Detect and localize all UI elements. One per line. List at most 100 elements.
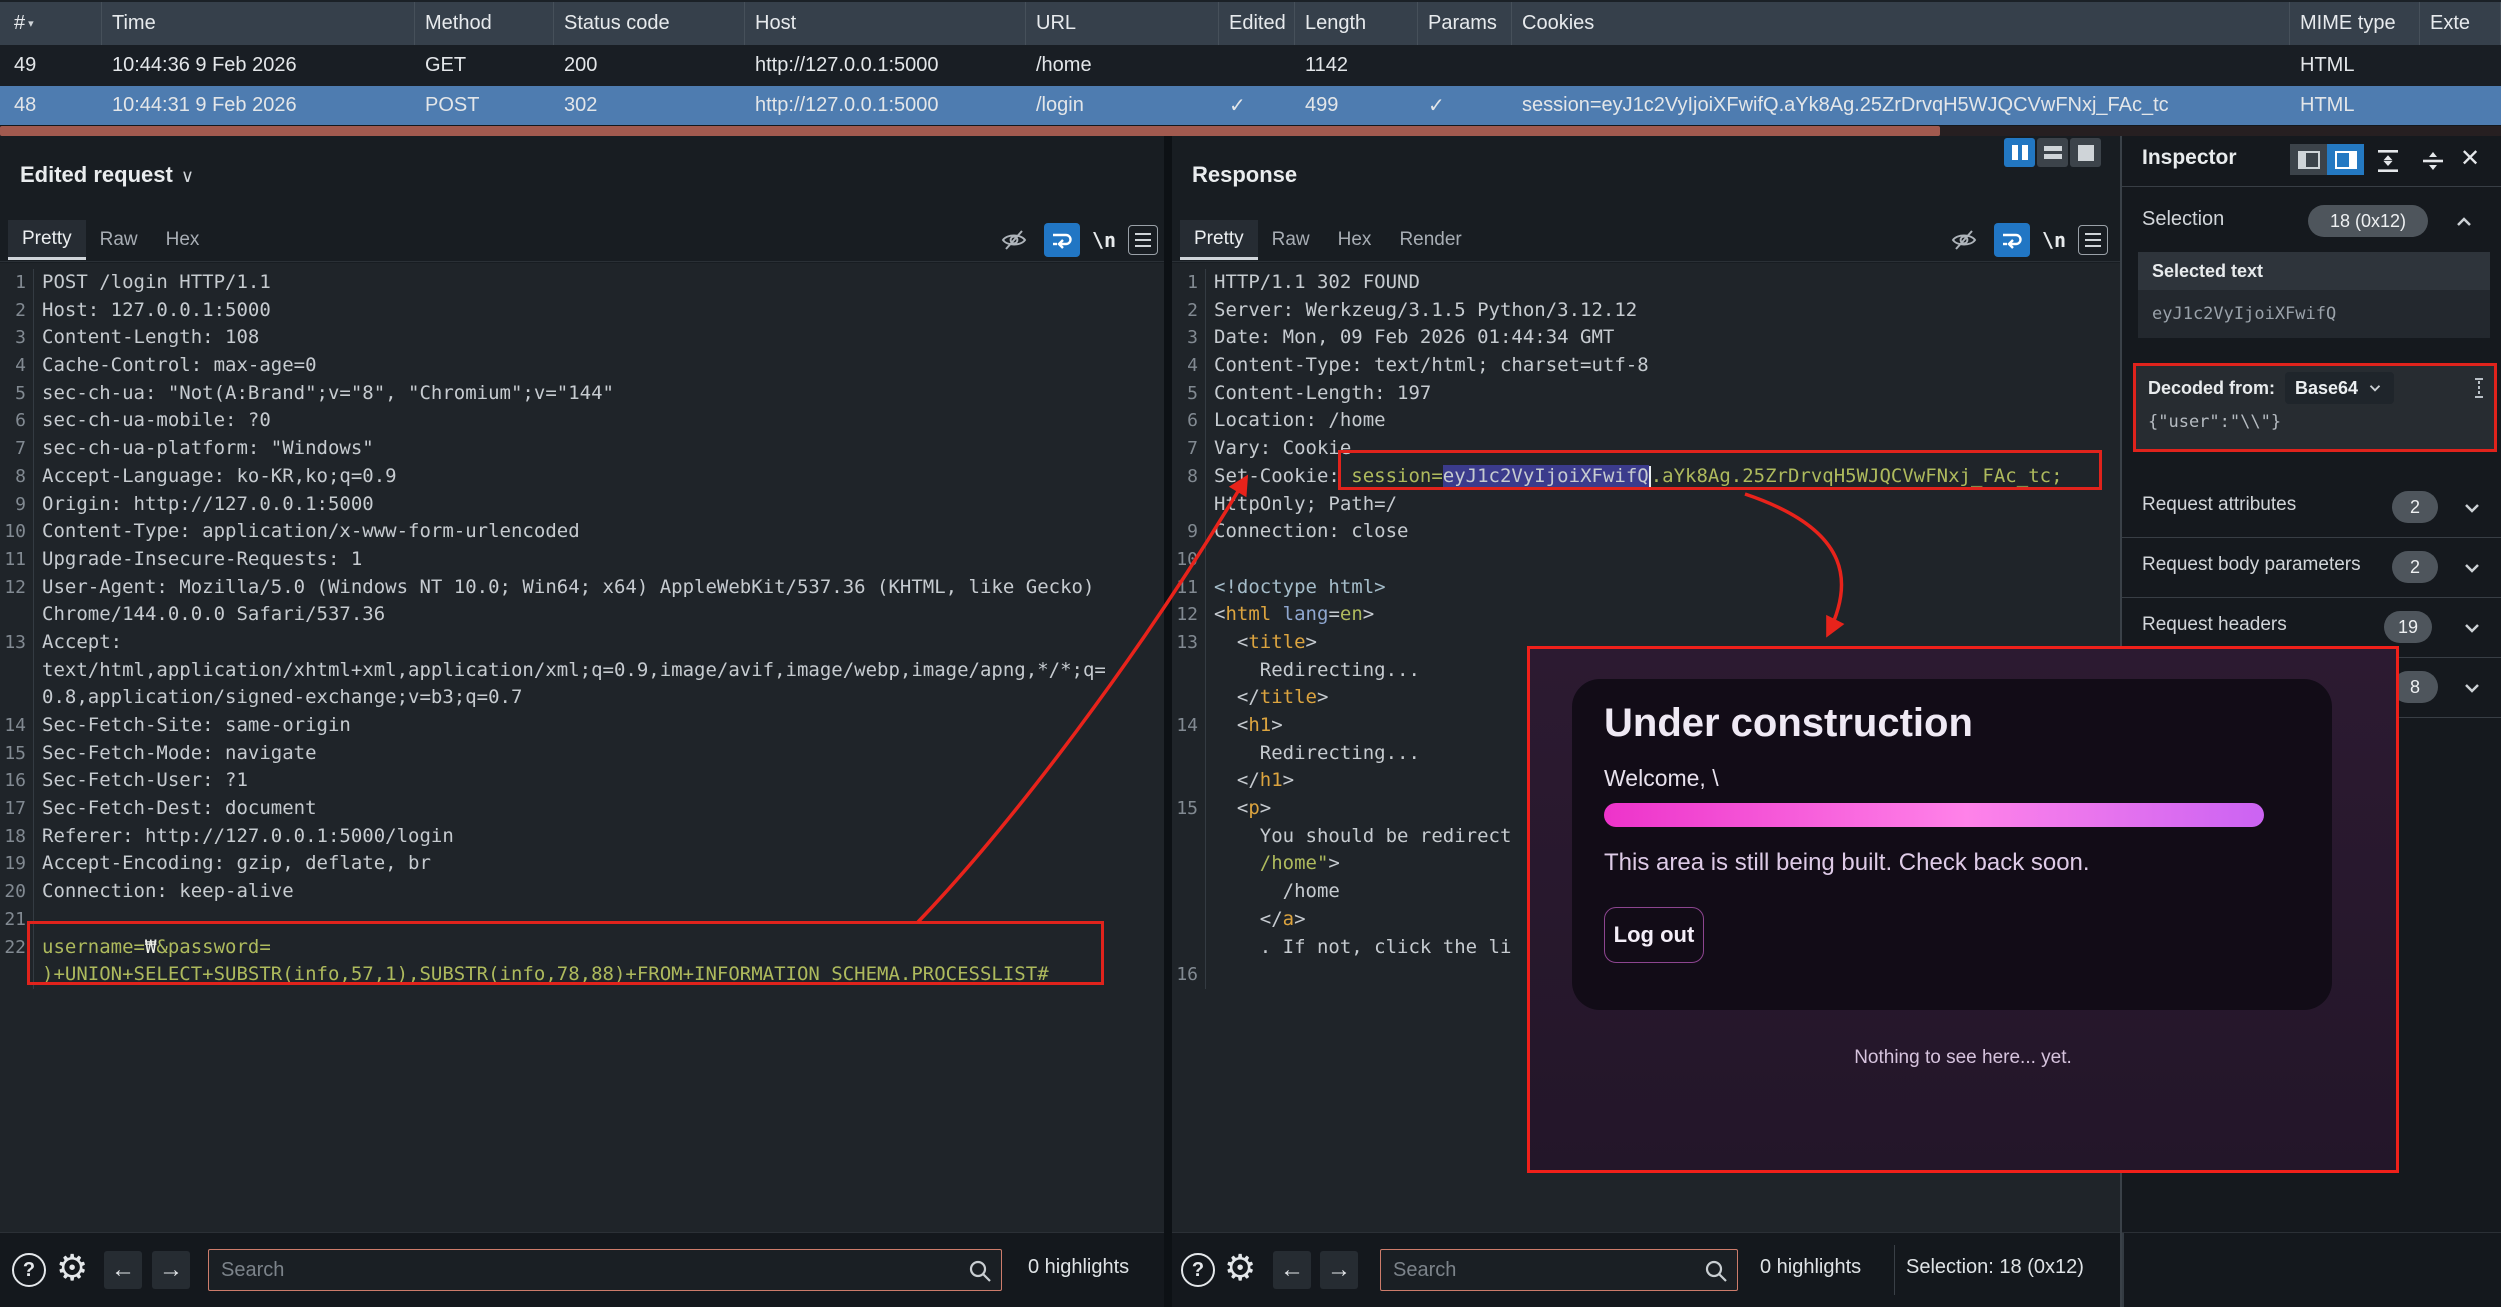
selection-section-header[interactable]: Selection 18 (0x12) bbox=[2122, 192, 2501, 248]
next-match-button[interactable]: → bbox=[1320, 1251, 1358, 1289]
status-divider bbox=[1894, 1245, 1895, 1295]
code-line: 3Date: Mon, 09 Feb 2026 01:44:34 GMT bbox=[1172, 324, 2120, 352]
response-search-bar: ? ⚙ ← → 0 highlights Selection: 18 (0x12… bbox=[1172, 1233, 2120, 1307]
newline-icon[interactable]: \n bbox=[1092, 228, 1116, 252]
status-bar-row: ? ⚙ ← → 0 highlights ? ⚙ ← → 0 h bbox=[0, 1232, 2501, 1307]
request-title-dropdown[interactable]: Edited request∨ bbox=[20, 162, 194, 188]
gear-icon[interactable]: ⚙ bbox=[1224, 1247, 1256, 1289]
logout-button[interactable]: Log out bbox=[1604, 907, 1704, 963]
response-tab-render[interactable]: Render bbox=[1385, 220, 1475, 260]
chevron-up-icon[interactable] bbox=[2452, 210, 2476, 234]
response-tab-hex[interactable]: Hex bbox=[1324, 220, 1386, 260]
chevron-down-icon[interactable] bbox=[2460, 616, 2484, 640]
column-header-exte[interactable]: Exte bbox=[2420, 2, 2501, 45]
prev-match-button[interactable]: ← bbox=[104, 1251, 142, 1289]
column-header-host[interactable]: Host bbox=[745, 2, 1026, 45]
search-icon bbox=[967, 1258, 993, 1289]
column-header-url[interactable]: URL bbox=[1026, 2, 1219, 45]
word-wrap-icon[interactable] bbox=[1994, 223, 2030, 257]
response-tab-pretty[interactable]: Pretty bbox=[1180, 220, 1258, 260]
search-input[interactable] bbox=[1393, 1250, 1697, 1290]
request-tab-hex[interactable]: Hex bbox=[152, 220, 214, 260]
pause-intercept-icon[interactable] bbox=[2004, 138, 2035, 167]
chevron-down-icon[interactable] bbox=[2460, 496, 2484, 520]
word-wrap-icon[interactable] bbox=[1044, 223, 1080, 257]
close-inspector-icon[interactable]: ✕ bbox=[2460, 144, 2480, 173]
chevron-down-icon[interactable] bbox=[2460, 556, 2484, 580]
text-cursor-icon[interactable] bbox=[2472, 378, 2486, 398]
selected-text-value[interactable]: eyJ1c2VyIjoiXFwifQ bbox=[2138, 290, 2490, 338]
request-editor[interactable]: 1POST /login HTTP/1.12Host: 127.0.0.1:50… bbox=[0, 263, 1164, 1232]
column-header-edited[interactable]: Edited bbox=[1219, 2, 1295, 45]
code-line: 8Accept-Language: ko-KR,ko;q=0.9 bbox=[0, 463, 1164, 491]
cell-method: POST bbox=[415, 86, 554, 125]
cell-params: ✓ bbox=[1418, 86, 1512, 125]
inspector-section-request-body-parameters[interactable]: Request body parameters2 bbox=[2122, 538, 2501, 598]
column-header-time[interactable]: Time bbox=[102, 2, 415, 45]
h-scrollbar-thumb[interactable] bbox=[0, 126, 1940, 136]
code-line: 13Accept: bbox=[0, 629, 1164, 657]
cell-ext bbox=[2420, 45, 2501, 86]
cell-method: GET bbox=[415, 45, 554, 86]
cell-num: 49 bbox=[0, 45, 102, 86]
response-tab-raw[interactable]: Raw bbox=[1258, 220, 1324, 260]
decoded-from-label: Decoded from: bbox=[2148, 378, 2275, 399]
selection-info: Selection: 18 (0x12) bbox=[1906, 1256, 2084, 1279]
single-panel-layout-icon[interactable] bbox=[2070, 138, 2101, 167]
table-row[interactable]: 4910:44:36 9 Feb 2026GET200http://127.0.… bbox=[0, 45, 2501, 86]
dock-left-icon[interactable] bbox=[2290, 144, 2327, 175]
dock-right-icon[interactable] bbox=[2327, 144, 2364, 175]
prev-match-button[interactable]: ← bbox=[1273, 1251, 1311, 1289]
request-tab-pretty[interactable]: Pretty bbox=[8, 220, 86, 260]
table-horizontal-scrollbar bbox=[0, 126, 2501, 136]
editor-menu-icon[interactable] bbox=[1128, 225, 1158, 255]
payload-annotation-box bbox=[27, 921, 1104, 985]
code-line: 11Upgrade-Insecure-Requests: 1 bbox=[0, 546, 1164, 574]
progress-bar bbox=[1604, 803, 2264, 827]
column-header-method[interactable]: Method bbox=[415, 2, 554, 45]
inspector-section-request-attributes[interactable]: Request attributes2 bbox=[2122, 478, 2501, 538]
help-icon[interactable]: ? bbox=[12, 1253, 46, 1287]
code-line: 6Location: /home bbox=[1172, 407, 2120, 435]
code-line: 6sec-ch-ua-mobile: ?0 bbox=[0, 407, 1164, 435]
panel-divider[interactable] bbox=[1164, 136, 1172, 1307]
column-header-length[interactable]: Length bbox=[1295, 2, 1418, 45]
decoding-format-select[interactable]: Base64 bbox=[2285, 372, 2394, 404]
request-tab-raw[interactable]: Raw bbox=[86, 220, 152, 260]
code-line: 9Origin: http://127.0.0.1:5000 bbox=[0, 491, 1164, 519]
editor-menu-icon[interactable] bbox=[2078, 225, 2108, 255]
help-icon[interactable]: ? bbox=[1181, 1253, 1215, 1287]
decoded-value[interactable]: {"user":"\\"} bbox=[2148, 412, 2281, 432]
under-construction-card: Under construction Welcome, \ This area … bbox=[1572, 679, 2332, 1010]
request-search-bar: ? ⚙ ← → 0 highlights bbox=[0, 1233, 1164, 1307]
hide-matches-icon[interactable] bbox=[996, 223, 1032, 257]
gear-icon[interactable]: ⚙ bbox=[56, 1247, 88, 1289]
column-header-params[interactable]: Params bbox=[1418, 2, 1512, 45]
next-match-button[interactable]: → bbox=[152, 1251, 190, 1289]
collapse-all-icon[interactable] bbox=[2420, 148, 2446, 179]
table-row[interactable]: 4810:44:31 9 Feb 2026POST302http://127.0… bbox=[0, 86, 2501, 125]
code-line: 19Accept-Encoding: gzip, deflate, br bbox=[0, 850, 1164, 878]
search-icon bbox=[1703, 1258, 1729, 1289]
code-line: 12User-Agent: Mozilla/5.0 (Windows NT 10… bbox=[0, 574, 1164, 602]
rows-layout-icon[interactable] bbox=[2037, 138, 2068, 167]
column-header-mime-type[interactable]: MIME type bbox=[2290, 2, 2420, 45]
search-input[interactable] bbox=[221, 1250, 961, 1290]
expand-all-icon[interactable] bbox=[2375, 148, 2401, 179]
code-line: 4Content-Type: text/html; charset=utf-8 bbox=[1172, 352, 2120, 380]
chevron-down-icon[interactable] bbox=[2460, 676, 2484, 700]
selection-label: Selection bbox=[2142, 208, 2224, 231]
column-header-status-code[interactable]: Status code bbox=[554, 2, 745, 45]
newline-icon[interactable]: \n bbox=[2042, 228, 2066, 252]
cell-status: 200 bbox=[554, 45, 745, 86]
column-header-cookies[interactable]: Cookies bbox=[1512, 2, 2290, 45]
cell-url: /login bbox=[1026, 86, 1219, 125]
cell-host: http://127.0.0.1:5000 bbox=[745, 86, 1026, 125]
code-line: HttpOnly; Path=/ bbox=[1172, 491, 2120, 519]
hide-matches-icon[interactable] bbox=[1946, 223, 1982, 257]
http-history-table: #▾TimeMethodStatus codeHostURLEditedLeng… bbox=[0, 0, 2501, 136]
code-line: 3Content-Length: 108 bbox=[0, 324, 1164, 352]
column-header--[interactable]: #▾ bbox=[0, 2, 102, 45]
cell-num: 48 bbox=[0, 86, 102, 125]
code-line: 1HTTP/1.1 302 FOUND bbox=[1172, 269, 2120, 297]
